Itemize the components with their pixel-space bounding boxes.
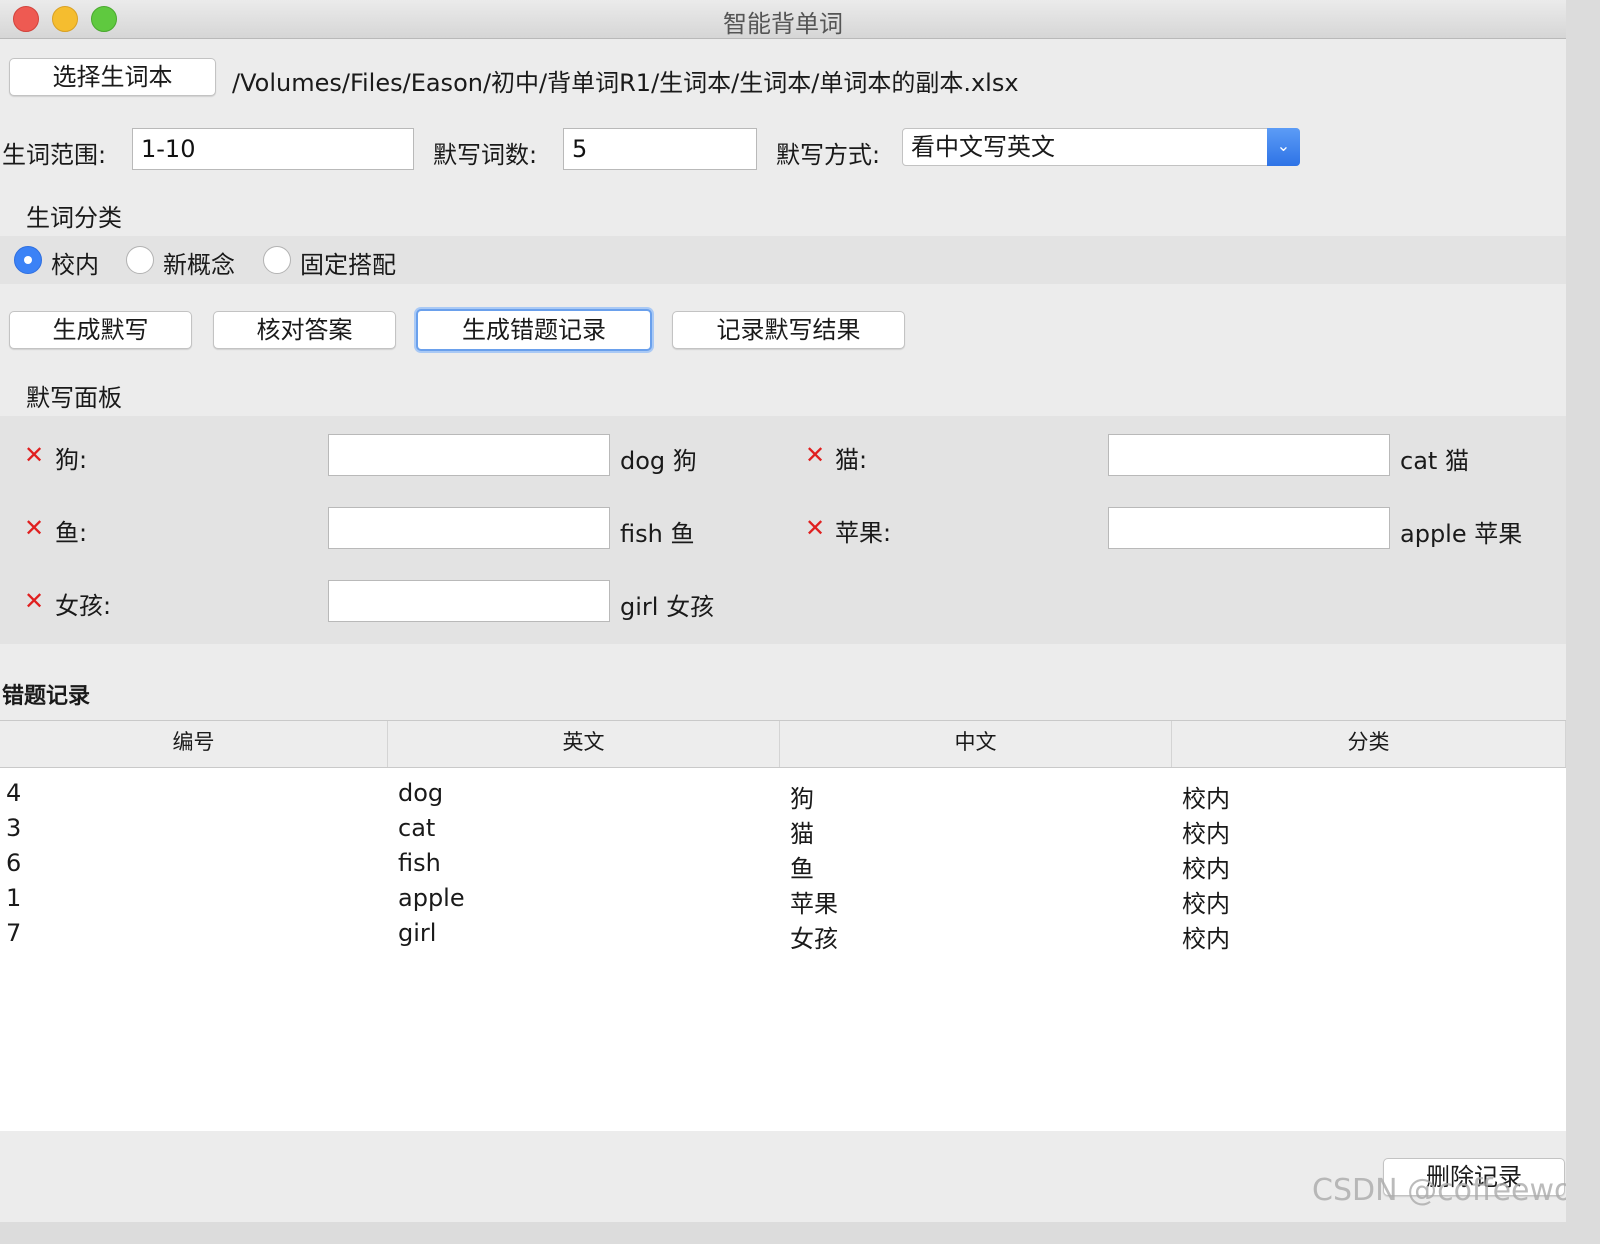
file-path: /Volumes/Files/Eason/初中/背单词R1/生词本/生词本/单词…: [232, 69, 1019, 97]
category-radio-group: 校内 新概念 固定搭配: [0, 236, 1566, 284]
count-label: 默写词数:: [433, 141, 538, 169]
choose-wordbook-button[interactable]: 选择生词本: [9, 58, 216, 96]
x-mark-icon: ✕: [24, 514, 45, 542]
cell-id: 3: [6, 814, 22, 842]
category-title: 生词分类: [26, 204, 122, 232]
check-answers-button[interactable]: 核对答案: [213, 311, 396, 349]
mode-select[interactable]: 看中文写英文 ⌄: [902, 128, 1300, 166]
watermark: CSDN @coffeewoo: [1312, 1173, 1566, 1208]
count-input[interactable]: 5: [563, 128, 757, 170]
correct-answer: dog 狗: [620, 447, 697, 475]
prompt-label: 女孩:: [55, 592, 112, 620]
dictation-panel: ✕ 狗: dog 狗 ✕ 猫: cat 猫 ✕ 鱼: fish 鱼 ✕ 苹果: …: [0, 416, 1566, 644]
answer-input[interactable]: [328, 580, 610, 622]
range-label: 生词范围:: [2, 141, 107, 169]
correct-answer: fish 鱼: [620, 520, 695, 548]
answer-input[interactable]: [1108, 507, 1390, 549]
prompt-label: 苹果:: [835, 519, 892, 547]
title-bar: 智能背单词: [0, 0, 1566, 39]
cell-id: 7: [6, 919, 22, 947]
window-title: 智能背单词: [723, 10, 843, 38]
cell-english: girl: [398, 919, 437, 947]
radio-school-label[interactable]: 校内: [51, 245, 99, 280]
cell-category: 校内: [1182, 820, 1230, 848]
cell-english: cat: [398, 814, 436, 842]
cell-id: 1: [6, 884, 22, 912]
correct-answer: cat 猫: [1400, 447, 1469, 475]
app-window: 智能背单词 选择生词本 /Volumes/Files/Eason/初中/背单词R…: [0, 0, 1566, 1222]
cell-chinese: 苹果: [790, 890, 838, 918]
prompt-label: 猫:: [835, 446, 868, 474]
prompt-label: 鱼:: [55, 519, 88, 547]
x-mark-icon: ✕: [805, 514, 826, 542]
correct-answer: girl 女孩: [620, 593, 715, 621]
cell-english: fish: [398, 849, 441, 877]
column-header-english[interactable]: 英文: [388, 721, 780, 767]
dictation-panel-title: 默写面板: [26, 384, 122, 412]
answer-input[interactable]: [1108, 434, 1390, 476]
column-header-chinese[interactable]: 中文: [780, 721, 1172, 767]
error-record-table: 编号 英文 中文 分类 4 dog 狗 校内 3 cat 猫 校内 6 fish…: [0, 720, 1566, 1131]
radio-school[interactable]: [14, 246, 42, 274]
range-input[interactable]: 1-10: [132, 128, 414, 170]
answer-input[interactable]: [328, 434, 610, 476]
generate-error-record-button[interactable]: 生成错题记录: [416, 309, 652, 351]
table-header: 编号 英文 中文 分类: [0, 721, 1566, 768]
radio-collocation-label[interactable]: 固定搭配: [300, 245, 396, 280]
chevron-down-icon[interactable]: ⌄: [1267, 128, 1300, 166]
cell-chinese: 女孩: [790, 925, 838, 953]
record-result-button[interactable]: 记录默写结果: [672, 311, 905, 349]
answer-input[interactable]: [328, 507, 610, 549]
x-mark-icon: ✕: [805, 441, 826, 469]
cell-id: 4: [6, 779, 22, 807]
prompt-label: 狗:: [55, 446, 88, 474]
column-header-category[interactable]: 分类: [1172, 721, 1566, 767]
mode-label: 默写方式:: [776, 141, 881, 169]
cell-chinese: 猫: [790, 820, 814, 848]
mode-select-value: 看中文写英文: [911, 133, 1055, 161]
cell-chinese: 狗: [790, 785, 814, 813]
cell-chinese: 鱼: [790, 855, 814, 883]
x-mark-icon: ✕: [24, 441, 45, 469]
cell-english: dog: [398, 779, 444, 807]
x-mark-icon: ✕: [24, 587, 45, 615]
radio-new-concept-label[interactable]: 新概念: [163, 245, 235, 280]
radio-new-concept[interactable]: [126, 246, 154, 274]
cell-id: 6: [6, 849, 22, 877]
correct-answer: apple 苹果: [1400, 520, 1523, 548]
generate-dictation-button[interactable]: 生成默写: [9, 311, 192, 349]
cell-english: apple: [398, 884, 465, 912]
cell-category: 校内: [1182, 855, 1230, 883]
cell-category: 校内: [1182, 890, 1230, 918]
cell-category: 校内: [1182, 785, 1230, 813]
cell-category: 校内: [1182, 925, 1230, 953]
radio-collocation[interactable]: [263, 246, 291, 274]
column-header-id[interactable]: 编号: [0, 721, 388, 767]
error-record-title: 错题记录: [2, 684, 91, 709]
